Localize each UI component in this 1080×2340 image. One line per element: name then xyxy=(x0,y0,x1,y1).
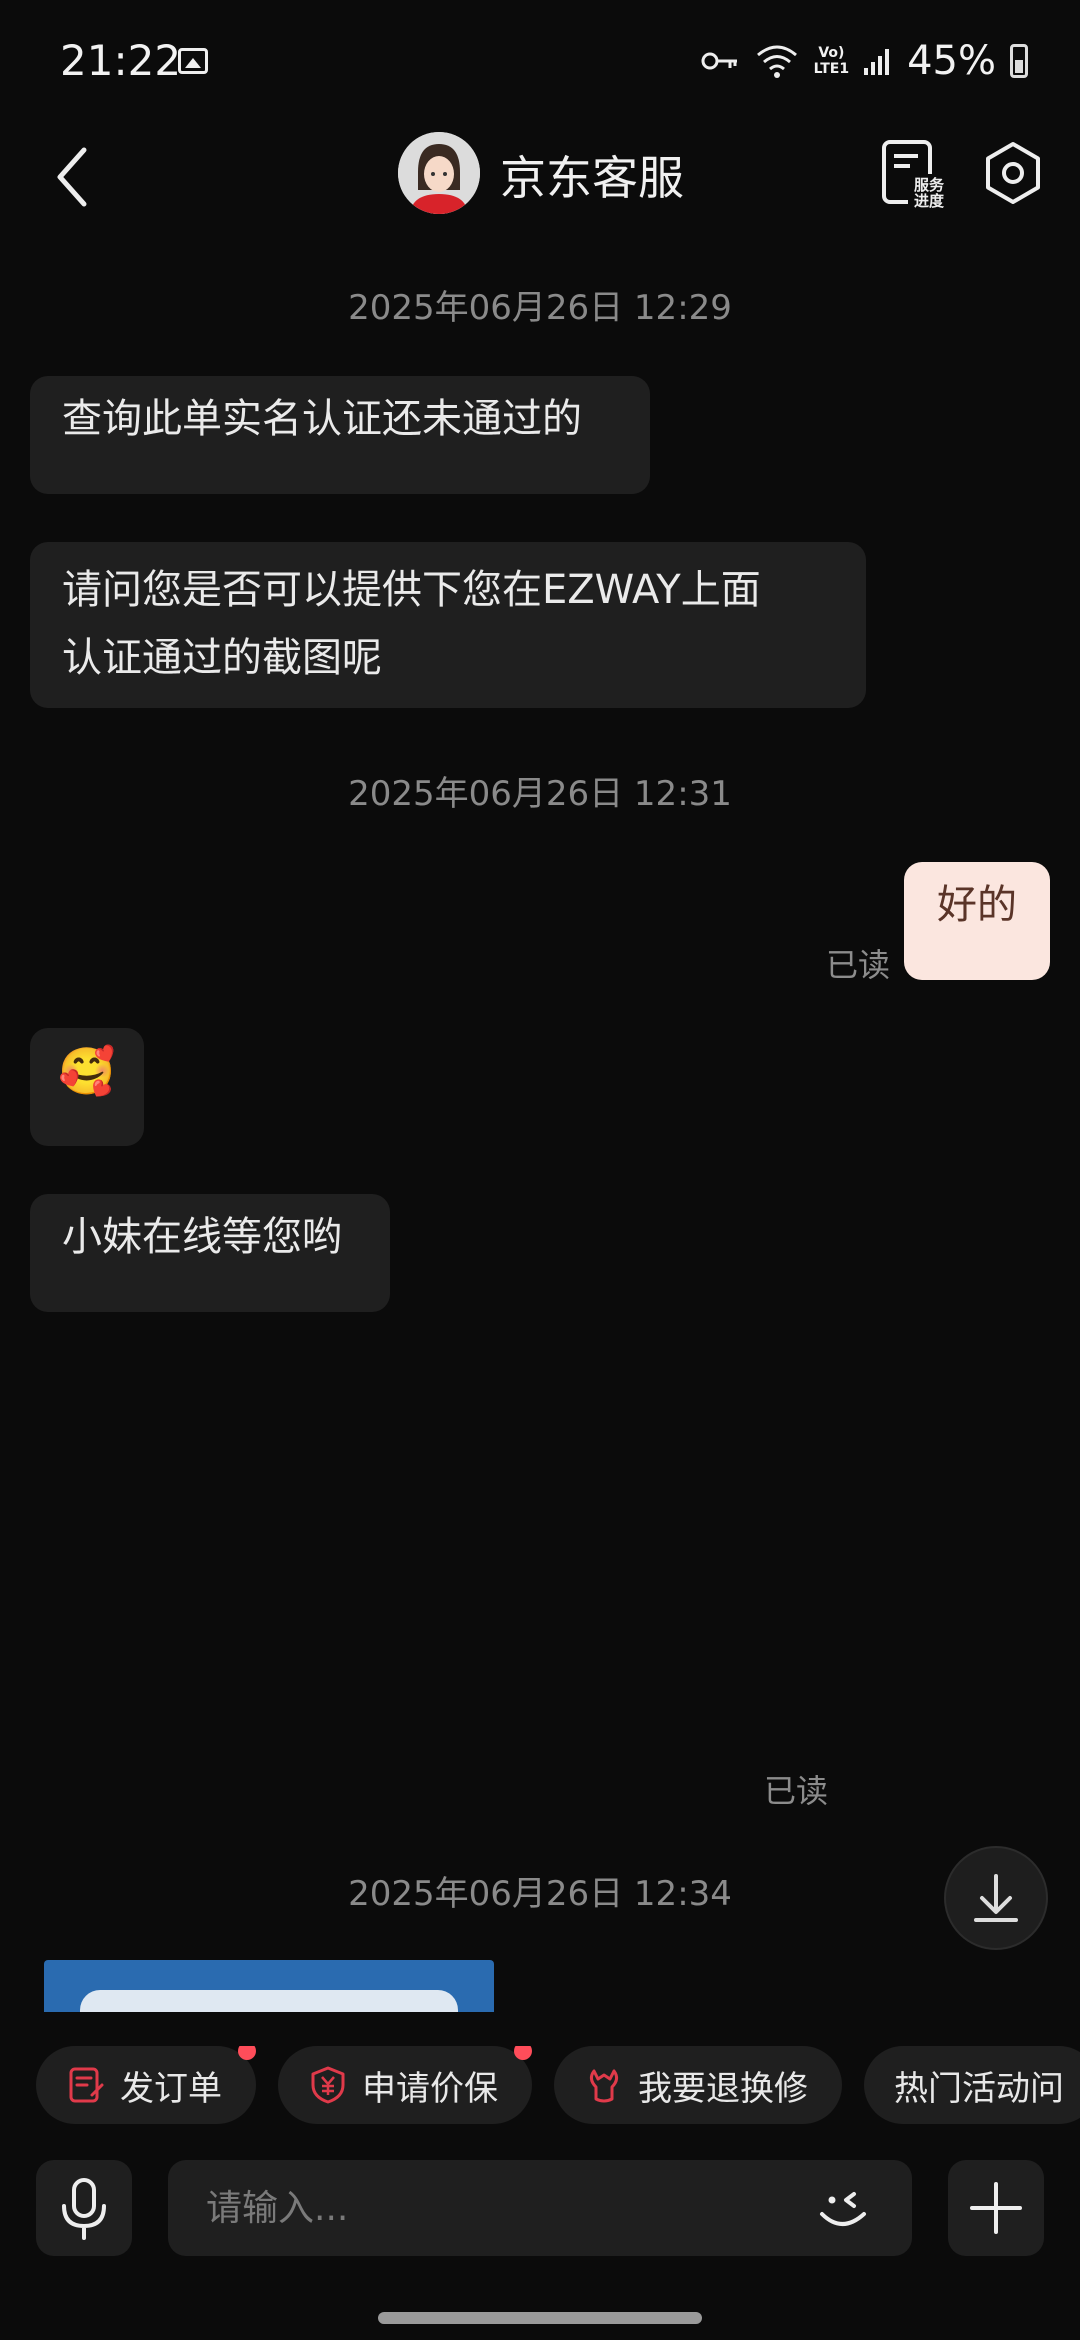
back-button[interactable] xyxy=(44,142,104,212)
avatar[interactable] xyxy=(398,132,480,214)
image-icon xyxy=(178,48,208,74)
message-text: 好的 xyxy=(937,882,1017,928)
read-receipt: 已读 xyxy=(764,1772,829,1810)
volte-label: Vo) xyxy=(818,45,845,61)
chip-label: 我要退换修 xyxy=(638,2068,808,2109)
chip-return-exchange-repair[interactable]: 我要退换修 xyxy=(554,2046,842,2124)
message-timestamp: 2025年06月26日 12:29 xyxy=(348,288,732,328)
settings-button[interactable] xyxy=(980,140,1046,206)
received-message[interactable]: 小妹在线等您哟 xyxy=(30,1194,390,1312)
image-preview-content xyxy=(80,1990,458,2012)
message-timestamp: 2025年06月26日 12:31 xyxy=(348,774,732,814)
message-text: 查询此单实名认证还未通过的 xyxy=(62,396,582,442)
page-title: 京东客服 xyxy=(500,151,684,205)
chip-price-protection[interactable]: 申请价保 xyxy=(278,2046,532,2124)
received-message[interactable]: 请问您是否可以提供下您在EZWAY上面 认证通过的截图呢 xyxy=(30,542,866,708)
plus-icon xyxy=(970,2182,1022,2234)
signal-icon xyxy=(864,49,890,75)
chat-header: 京东客服 服务 进度 xyxy=(0,120,1080,230)
notification-dot xyxy=(238,2046,256,2060)
message-input[interactable] xyxy=(168,2160,912,2256)
scroll-to-bottom-button[interactable] xyxy=(944,1846,1048,1950)
chip-label: 发订单 xyxy=(120,2068,222,2109)
message-text-line: 请问您是否可以提供下您在EZWAY上面 xyxy=(62,567,761,613)
message-text-line: 认证通过的截图呢 xyxy=(62,635,382,681)
quick-actions-bar: 发订单 申请价保 我要退换修 热门活动问 xyxy=(36,2046,1080,2130)
read-receipt: 已读 xyxy=(826,946,891,984)
chip-hot-activities[interactable]: 热门活动问 xyxy=(864,2046,1080,2124)
price-protect-icon xyxy=(311,2066,345,2104)
battery-percent: 45% xyxy=(907,38,996,84)
lte-label: LTE1 xyxy=(813,61,850,77)
chip-label: 申请价保 xyxy=(362,2068,498,2109)
received-message[interactable]: 查询此单实名认证还未通过的 xyxy=(30,376,650,494)
status-time: 21:22 xyxy=(60,36,182,85)
service-progress-button[interactable]: 服务 进度 xyxy=(880,138,950,210)
voice-input-button[interactable] xyxy=(36,2160,132,2256)
agent-avatar-image xyxy=(398,132,480,214)
key-icon xyxy=(701,52,737,70)
more-options-button[interactable] xyxy=(948,2160,1044,2256)
image-message-preview[interactable] xyxy=(44,1960,494,2012)
input-bar xyxy=(0,2160,1080,2260)
hugging-emoji-icon: 🥰 xyxy=(58,1044,116,1098)
volte-icon: Vo) LTE1 xyxy=(814,45,849,77)
message-text: 小妹在线等您哟 xyxy=(62,1214,342,1260)
home-indicator[interactable] xyxy=(378,2312,702,2324)
battery-icon xyxy=(1010,44,1028,78)
message-timestamp: 2025年06月26日 12:34 xyxy=(348,1874,732,1914)
notification-dot xyxy=(514,2046,532,2060)
wifi-icon xyxy=(756,45,797,78)
emoji-icon[interactable] xyxy=(814,2180,874,2236)
service-label-2: 进度 xyxy=(914,192,945,208)
received-emoji-message[interactable]: 🥰 xyxy=(30,1028,144,1146)
service-progress-icon: 服务 进度 xyxy=(882,140,950,210)
microphone-icon xyxy=(62,2178,106,2240)
status-bar: 21:22 Vo) LTE1 45% xyxy=(0,0,1080,120)
chip-label: 热门活动问 xyxy=(894,2068,1064,2109)
sent-message[interactable]: 好的 xyxy=(904,862,1050,980)
status-icons: Vo) LTE1 45% xyxy=(700,38,1028,84)
chip-place-order[interactable]: 发订单 xyxy=(36,2046,256,2124)
repair-icon xyxy=(589,2069,619,2103)
download-arrow-icon xyxy=(974,1874,1018,1922)
order-icon xyxy=(69,2067,104,2103)
